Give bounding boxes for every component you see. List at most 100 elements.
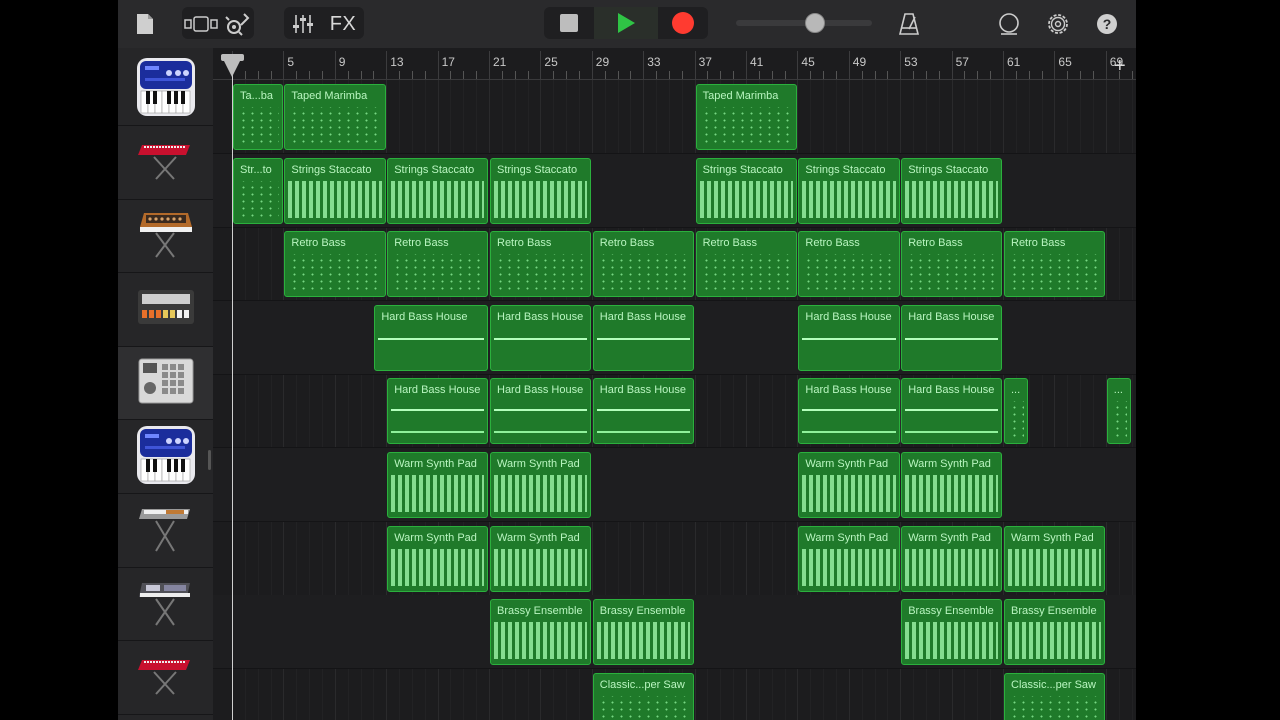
ruler-tick bbox=[823, 71, 825, 79]
music-region[interactable]: Hard Bass House bbox=[592, 304, 695, 371]
stop-button[interactable] bbox=[544, 7, 594, 39]
ruler-tick bbox=[964, 71, 966, 79]
ruler-bar-number: 37 bbox=[698, 55, 712, 69]
music-region[interactable]: Ta...ba bbox=[233, 84, 283, 150]
music-region[interactable]: Strings Staccato bbox=[387, 157, 489, 224]
music-region[interactable]: Retro Bass bbox=[387, 231, 489, 298]
music-region[interactable]: Warm Synth Pad bbox=[387, 452, 489, 518]
music-region[interactable]: Classic...per Saw bbox=[1004, 672, 1106, 720]
music-region[interactable]: ... bbox=[1106, 378, 1131, 445]
region-notes bbox=[391, 254, 485, 292]
music-region[interactable]: Warm Synth Pad bbox=[490, 452, 592, 518]
region-label: Retro Bass bbox=[394, 237, 449, 250]
add-section-button[interactable]: + bbox=[1114, 56, 1126, 76]
music-region[interactable]: Warm Synth Pad bbox=[901, 525, 1003, 592]
playhead-handle[interactable] bbox=[221, 55, 243, 77]
track-header[interactable] bbox=[118, 347, 213, 421]
music-region[interactable]: Hard Bass House bbox=[374, 304, 489, 371]
track-header[interactable] bbox=[118, 53, 213, 126]
music-region[interactable]: Classic...per Saw bbox=[592, 672, 695, 720]
music-region[interactable]: Strings Staccato bbox=[490, 157, 592, 224]
ruler-tick bbox=[270, 71, 272, 79]
region-label: Warm Synth Pad bbox=[908, 531, 991, 544]
ruler-tick bbox=[720, 71, 722, 79]
music-region[interactable]: Brassy Ensemble bbox=[592, 599, 695, 666]
track-header[interactable] bbox=[118, 127, 213, 200]
music-region[interactable]: Warm Synth Pad bbox=[901, 452, 1003, 518]
music-region[interactable]: Hard Bass House bbox=[901, 304, 1003, 371]
music-region[interactable]: Retro Bass bbox=[490, 231, 592, 298]
music-region[interactable]: Hard Bass House bbox=[798, 378, 900, 445]
region-label: Hard Bass House bbox=[394, 384, 481, 397]
music-region[interactable]: Warm Synth Pad bbox=[490, 525, 592, 592]
music-region[interactable]: Brassy Ensemble bbox=[1004, 599, 1106, 666]
music-region[interactable]: Strings Staccato bbox=[695, 157, 797, 224]
loop-icon bbox=[999, 13, 1019, 35]
music-region[interactable]: ... bbox=[1004, 378, 1029, 445]
region-label: Strings Staccato bbox=[291, 163, 372, 176]
music-region[interactable]: Strings Staccato bbox=[798, 157, 900, 224]
browser-toggle-button[interactable] bbox=[184, 8, 218, 40]
music-region[interactable]: Warm Synth Pad bbox=[1004, 525, 1106, 592]
music-region[interactable]: Warm Synth Pad bbox=[387, 525, 489, 592]
keyboard-stand-icon bbox=[136, 501, 196, 560]
music-region[interactable]: Hard Bass House bbox=[490, 304, 592, 371]
music-region[interactable]: Strings Staccato bbox=[284, 157, 386, 224]
master-volume-knob[interactable] bbox=[804, 13, 825, 33]
metronome-button[interactable] bbox=[894, 8, 924, 40]
help-button[interactable]: ? bbox=[1092, 8, 1122, 40]
track-controls-button[interactable] bbox=[288, 8, 318, 40]
music-region[interactable]: Brassy Ensemble bbox=[490, 599, 592, 666]
track-header[interactable] bbox=[118, 495, 213, 568]
music-region[interactable]: Warm Synth Pad bbox=[798, 525, 900, 592]
ruler-tick bbox=[489, 51, 490, 79]
region-notes bbox=[905, 327, 999, 365]
ruler-tick bbox=[681, 71, 683, 79]
track-header[interactable] bbox=[118, 200, 213, 274]
track-lanes: Ta...ba Taped Marimba Taped Marimba Str...t… bbox=[213, 80, 1136, 720]
ruler-tick bbox=[656, 71, 658, 79]
region-notes bbox=[494, 180, 588, 218]
music-region[interactable]: Str...to bbox=[233, 157, 283, 224]
music-region[interactable]: Brassy Ensemble bbox=[901, 599, 1003, 666]
settings-button[interactable] bbox=[1043, 8, 1073, 40]
music-region[interactable]: Retro Bass bbox=[901, 231, 1003, 298]
loop-browser-button[interactable] bbox=[994, 8, 1024, 40]
track-header[interactable] bbox=[118, 568, 213, 642]
play-button[interactable] bbox=[594, 7, 658, 39]
music-region[interactable]: Taped Marimba bbox=[695, 84, 797, 150]
music-region[interactable]: Hard Bass House bbox=[490, 378, 592, 445]
track-header[interactable] bbox=[118, 274, 213, 347]
music-region[interactable]: Retro Bass bbox=[592, 231, 695, 298]
music-region[interactable]: Taped Marimba bbox=[284, 84, 386, 150]
ruler-tick bbox=[1067, 71, 1069, 79]
region-notes bbox=[596, 327, 691, 365]
music-region[interactable]: Retro Bass bbox=[284, 231, 386, 298]
music-region[interactable]: Retro Bass bbox=[798, 231, 900, 298]
ruler-tick bbox=[1080, 71, 1082, 79]
instrument-button[interactable] bbox=[222, 8, 252, 40]
ruler-tick bbox=[360, 71, 362, 79]
track-header[interactable] bbox=[118, 421, 213, 494]
music-region[interactable]: Hard Bass House bbox=[387, 378, 489, 445]
music-region[interactable]: Hard Bass House bbox=[798, 304, 900, 371]
my-songs-button[interactable] bbox=[132, 8, 158, 40]
ruler-tick bbox=[694, 51, 696, 79]
ruler-tick bbox=[771, 71, 773, 79]
music-region[interactable]: Strings Staccato bbox=[901, 157, 1003, 224]
music-region[interactable]: Hard Bass House bbox=[592, 378, 695, 445]
timeline-ruler[interactable]: 5 9 13 17 21 25 29 33 37 41 45 49 53 57 61 65 69 bbox=[213, 48, 1136, 80]
record-button[interactable] bbox=[658, 7, 708, 39]
stop-icon bbox=[560, 14, 578, 32]
ruler-tick bbox=[1054, 51, 1056, 79]
music-region[interactable]: Hard Bass House bbox=[901, 378, 1003, 445]
music-region[interactable]: Warm Synth Pad bbox=[798, 452, 900, 518]
music-region[interactable]: Retro Bass bbox=[1004, 231, 1106, 298]
track-header[interactable] bbox=[118, 642, 213, 715]
music-region[interactable]: Retro Bass bbox=[695, 231, 797, 298]
ruler-bar-number: 25 bbox=[544, 55, 558, 69]
region-notes bbox=[802, 327, 896, 365]
fx-button[interactable]: FX bbox=[324, 8, 362, 40]
ruler-tick bbox=[746, 51, 747, 79]
ruler-tick bbox=[578, 71, 580, 79]
